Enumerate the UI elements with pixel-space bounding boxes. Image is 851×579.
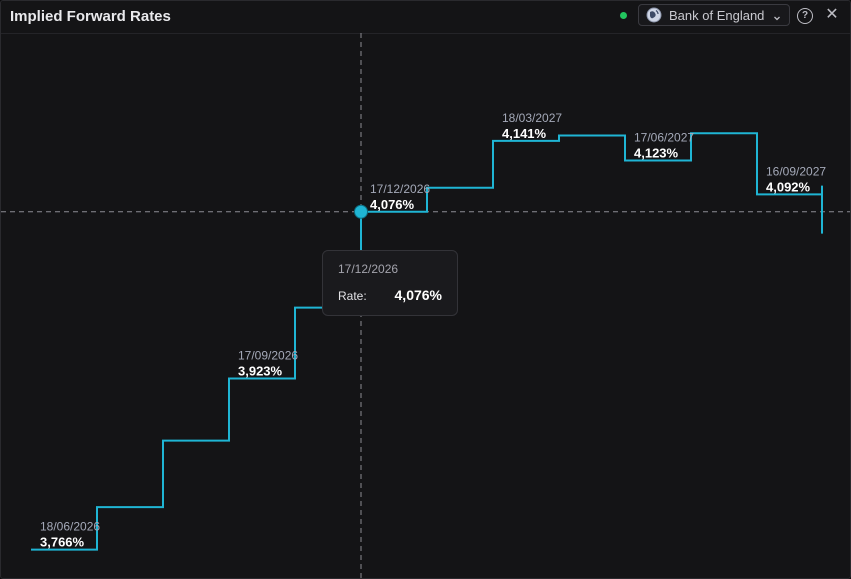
tooltip-label: Rate: [338,289,367,303]
point-value-label: 3,923% [238,364,283,379]
point-value-label: 3,766% [40,535,85,550]
point-date-label: 18/03/2027 [502,111,562,125]
point-value-label: 4,123% [634,146,679,161]
point-date-label: 17/09/2026 [238,349,298,363]
point-value-label: 4,092% [766,179,811,194]
tooltip-date: 17/12/2026 [338,262,399,276]
point-date-label: 16/09/2027 [766,164,826,178]
point-date-label: 18/06/2026 [40,520,100,534]
point-value-label: 4,076% [370,197,415,212]
tooltip: 17/12/2026 Rate: 4,076% [322,250,458,316]
chart-panel: Implied Forward Rates Bank of England ? … [0,0,851,579]
point-date-label: 17/12/2026 [370,182,430,196]
point-date-label: 17/06/2027 [634,131,694,145]
tooltip-value: 4,076% [394,287,442,303]
point-value-label: 4,141% [502,126,547,141]
crosshair-marker [354,204,368,219]
